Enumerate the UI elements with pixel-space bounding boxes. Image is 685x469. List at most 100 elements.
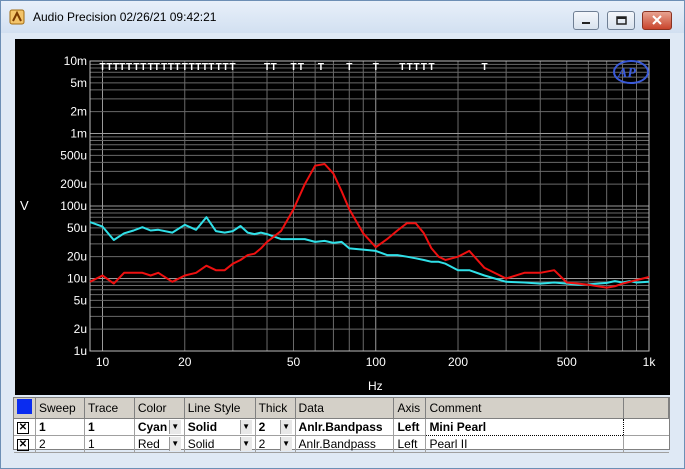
- row-enable-checkbox[interactable]: ✕: [14, 435, 36, 453]
- row-axis[interactable]: Left: [393, 435, 427, 453]
- audio-precision-app-icon: [9, 9, 25, 25]
- x-tick-label: 20: [178, 355, 192, 369]
- y-tick-label: 500u: [60, 148, 87, 162]
- table-header-row: Sweep Trace Color Line Style Thick Data …: [14, 398, 669, 419]
- close-button[interactable]: [642, 11, 672, 30]
- sweep-marker: T: [229, 62, 235, 73]
- chevron-down-icon[interactable]: ▼: [168, 436, 181, 451]
- header-thick[interactable]: Thick: [255, 398, 296, 419]
- sweep-marker: T: [126, 62, 132, 73]
- header-trace[interactable]: Trace: [84, 398, 135, 419]
- trace-table: Sweep Trace Color Line Style Thick Data …: [14, 398, 669, 453]
- x-tick-label: 1k: [643, 355, 657, 369]
- row-thick-cell[interactable]: 2 ▼: [255, 418, 296, 436]
- header-axis[interactable]: Axis: [393, 398, 427, 419]
- sweep-marker: T: [168, 62, 174, 73]
- row-trace[interactable]: 1: [84, 418, 135, 436]
- row-line-style: Solid: [187, 436, 215, 451]
- y-tick-label: 200u: [60, 177, 87, 191]
- checkbox-x-icon[interactable]: ✕: [17, 439, 29, 451]
- header-data[interactable]: Data: [295, 398, 395, 419]
- header-color[interactable]: Color: [134, 398, 185, 419]
- chevron-down-icon[interactable]: ▼: [279, 436, 292, 451]
- row-style-cell[interactable]: Solid ▼: [184, 418, 256, 436]
- sweep-marker: T: [414, 62, 420, 73]
- sweep-marker: T: [208, 62, 214, 73]
- row-thick-cell[interactable]: 2 ▼: [255, 435, 296, 453]
- row-data[interactable]: Anlr.Bandpass: [295, 418, 395, 436]
- row-thick: 2: [258, 419, 266, 434]
- sweep-marker: T: [407, 62, 413, 73]
- row-color: Red: [137, 436, 160, 451]
- x-tick-label: 10: [96, 355, 110, 369]
- sweep-marker: T: [216, 62, 222, 73]
- maximize-button[interactable]: [607, 11, 635, 30]
- row-color: Cyan: [137, 419, 168, 434]
- frequency-response-chart[interactable]: TTTTTTTTTTTTTTTTTTTTTTTTTTTTTTTTT 10m 5m 2…: [15, 39, 670, 395]
- app-window: Audio Precision 02/26/21 09:42:21 TTTTTT…: [0, 0, 685, 469]
- sweep-marker: T: [429, 62, 435, 73]
- row-color-cell[interactable]: Red ▼: [134, 435, 185, 453]
- row-data[interactable]: Anlr.Bandpass: [295, 435, 395, 453]
- x-axis-label: Hz: [368, 379, 383, 393]
- sweep-marker: T: [264, 62, 270, 73]
- chevron-down-icon[interactable]: ▼: [279, 419, 292, 434]
- table-row[interactable]: ✕ 2 1 Red ▼ Solid ▼ 2 ▼ Anlr.Bandpass Left …: [14, 435, 669, 453]
- window-title: Audio Precision 02/26/21 09:42:21: [33, 10, 217, 24]
- x-tick-label: 500: [557, 355, 577, 369]
- sweep-marker: T: [195, 62, 201, 73]
- x-tick-label: 50: [287, 355, 301, 369]
- trace-table-panel: Sweep Trace Color Line Style Thick Data …: [13, 397, 670, 453]
- minimize-icon: [582, 22, 590, 24]
- sweep-marker: T: [481, 62, 487, 73]
- checkbox-x-icon[interactable]: ✕: [17, 422, 29, 434]
- table-row[interactable]: ✕ 1 1 Cyan ▼ Solid ▼ 2 ▼ Anlr.Bandpass Left…: [14, 417, 669, 436]
- row-color-cell[interactable]: Cyan ▼: [134, 418, 185, 436]
- header-color-cell[interactable]: [14, 398, 36, 419]
- sweep-marker: T: [202, 62, 208, 73]
- row-sweep[interactable]: 1: [35, 418, 85, 436]
- header-comment[interactable]: Comment: [425, 398, 625, 419]
- title-bar[interactable]: Audio Precision 02/26/21 09:42:21: [1, 1, 684, 33]
- header-sweep[interactable]: Sweep: [35, 398, 85, 419]
- chevron-down-icon[interactable]: ▼: [168, 419, 181, 434]
- row-comment[interactable]: Pearl II: [425, 435, 625, 453]
- row-filler: [623, 418, 669, 436]
- y-axis-label: V: [20, 198, 29, 213]
- row-axis[interactable]: Left: [393, 418, 427, 436]
- sweep-marker: T: [271, 62, 277, 73]
- row-trace[interactable]: 1: [84, 435, 135, 453]
- row-style-cell[interactable]: Solid ▼: [184, 435, 256, 453]
- header-filler: [623, 398, 669, 419]
- y-tick-label: 2u: [74, 322, 87, 336]
- sweep-marker: T: [182, 62, 188, 73]
- chevron-down-icon[interactable]: ▼: [239, 436, 252, 451]
- sweep-marker: T: [298, 62, 304, 73]
- row-comment[interactable]: Mini Pearl: [425, 417, 625, 436]
- series-line-red: [89, 163, 650, 289]
- header-line-style[interactable]: Line Style: [184, 398, 256, 419]
- y-tick-label: 100u: [60, 199, 87, 213]
- plot-series: [89, 163, 650, 289]
- sweep-marker: T: [373, 62, 379, 73]
- y-tick-label: 2m: [70, 105, 87, 119]
- sweep-marker: T: [106, 62, 112, 73]
- row-enable-checkbox[interactable]: ✕: [14, 418, 36, 436]
- row-thick: 2: [258, 436, 266, 451]
- ap-logo-text: AP: [617, 66, 636, 81]
- sweep-marker: T: [161, 62, 167, 73]
- restore-icon: [616, 16, 627, 25]
- y-tick-label: 5m: [70, 76, 87, 90]
- y-tick-label: 5u: [74, 293, 87, 307]
- minimize-button[interactable]: [573, 11, 599, 30]
- row-sweep[interactable]: 2: [35, 435, 85, 453]
- chevron-down-icon[interactable]: ▼: [239, 419, 252, 434]
- sweep-marker: T: [133, 62, 139, 73]
- y-tick-label: 10u: [67, 272, 87, 286]
- sweep-marker: T: [174, 62, 180, 73]
- sweep-marker: T: [140, 62, 146, 73]
- sweep-marker: T: [119, 62, 125, 73]
- graph-panel[interactable]: TTTTTTTTTTTTTTTTTTTTTTTTTTTTTTTTT 10m 5m 2…: [15, 39, 670, 395]
- sweep-marker: T: [189, 62, 195, 73]
- sweep-marker: T: [100, 62, 106, 73]
